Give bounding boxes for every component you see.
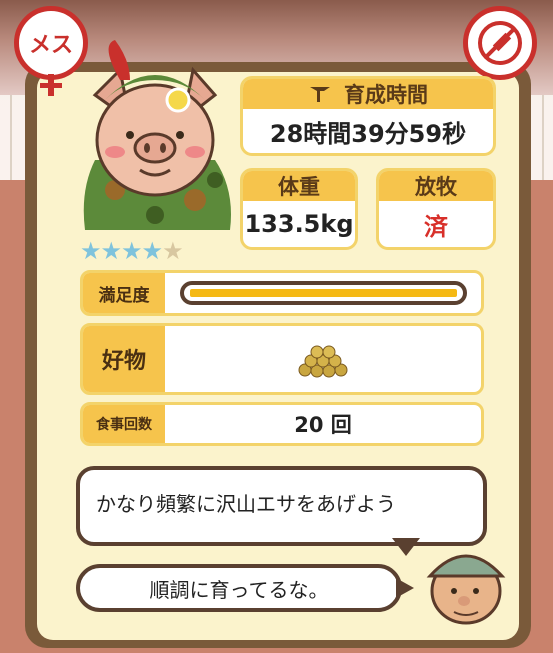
star-filled-icon: ★ [100,237,122,265]
syringe-prohibited-icon [478,21,522,65]
star-filled-icon: ★ [80,237,101,265]
pig-character-image [83,40,231,230]
star-filled-icon: ★ [121,237,142,265]
star-empty-icon: ★ [162,237,183,265]
grain-pile-icon [298,345,348,378]
weight-box: 体重 133.5kg [240,168,358,250]
growth-time-header: 育成時間 [243,79,493,109]
hint-text: かなり頻繁に沢山エサをあげよう [96,492,396,516]
growth-time-box: 育成時間 28時間39分59秒 [240,76,496,156]
rating-stars: ★★★★★ [80,237,184,265]
comment-speech-bubble: 順調に育ってるな。 [76,564,402,612]
star-filled-icon: ★ [141,237,163,265]
growth-time-label: 育成時間 [344,83,428,107]
comment-text: 順調に育ってるな。 [149,577,329,602]
female-symbol-icon [40,74,62,96]
meal-count-value: 20 回 [294,413,352,437]
favorite-food-row: 好物 [80,323,484,395]
hint-bubble-tail [392,538,420,556]
gender-label: メス [28,33,73,58]
farmer-avatar [426,554,506,625]
weight-label: 体重 [243,171,355,201]
vaccine-badge [463,6,537,80]
meal-count-label: 食事回数 [83,405,165,443]
satisfaction-label: 満足度 [83,273,165,313]
meal-count-row: 食事回数 20 回 [80,402,484,446]
grazing-value: 済 [424,212,448,241]
satisfaction-bar [180,281,467,305]
comment-bubble-tail [396,578,414,598]
satisfaction-bar-fill [190,289,457,297]
satisfaction-row: 満足度 [80,270,484,316]
growth-time-value: 28時間39分59秒 [269,119,467,148]
hint-speech-bubble: かなり頻繁に沢山エサをあげよう [76,466,487,546]
weight-value: 133.5kg [244,210,354,238]
grazing-label: 放牧 [379,171,493,201]
grazing-box: 放牧 済 [376,168,496,250]
time-key-icon [310,87,330,102]
favorite-food-label: 好物 [83,326,165,392]
